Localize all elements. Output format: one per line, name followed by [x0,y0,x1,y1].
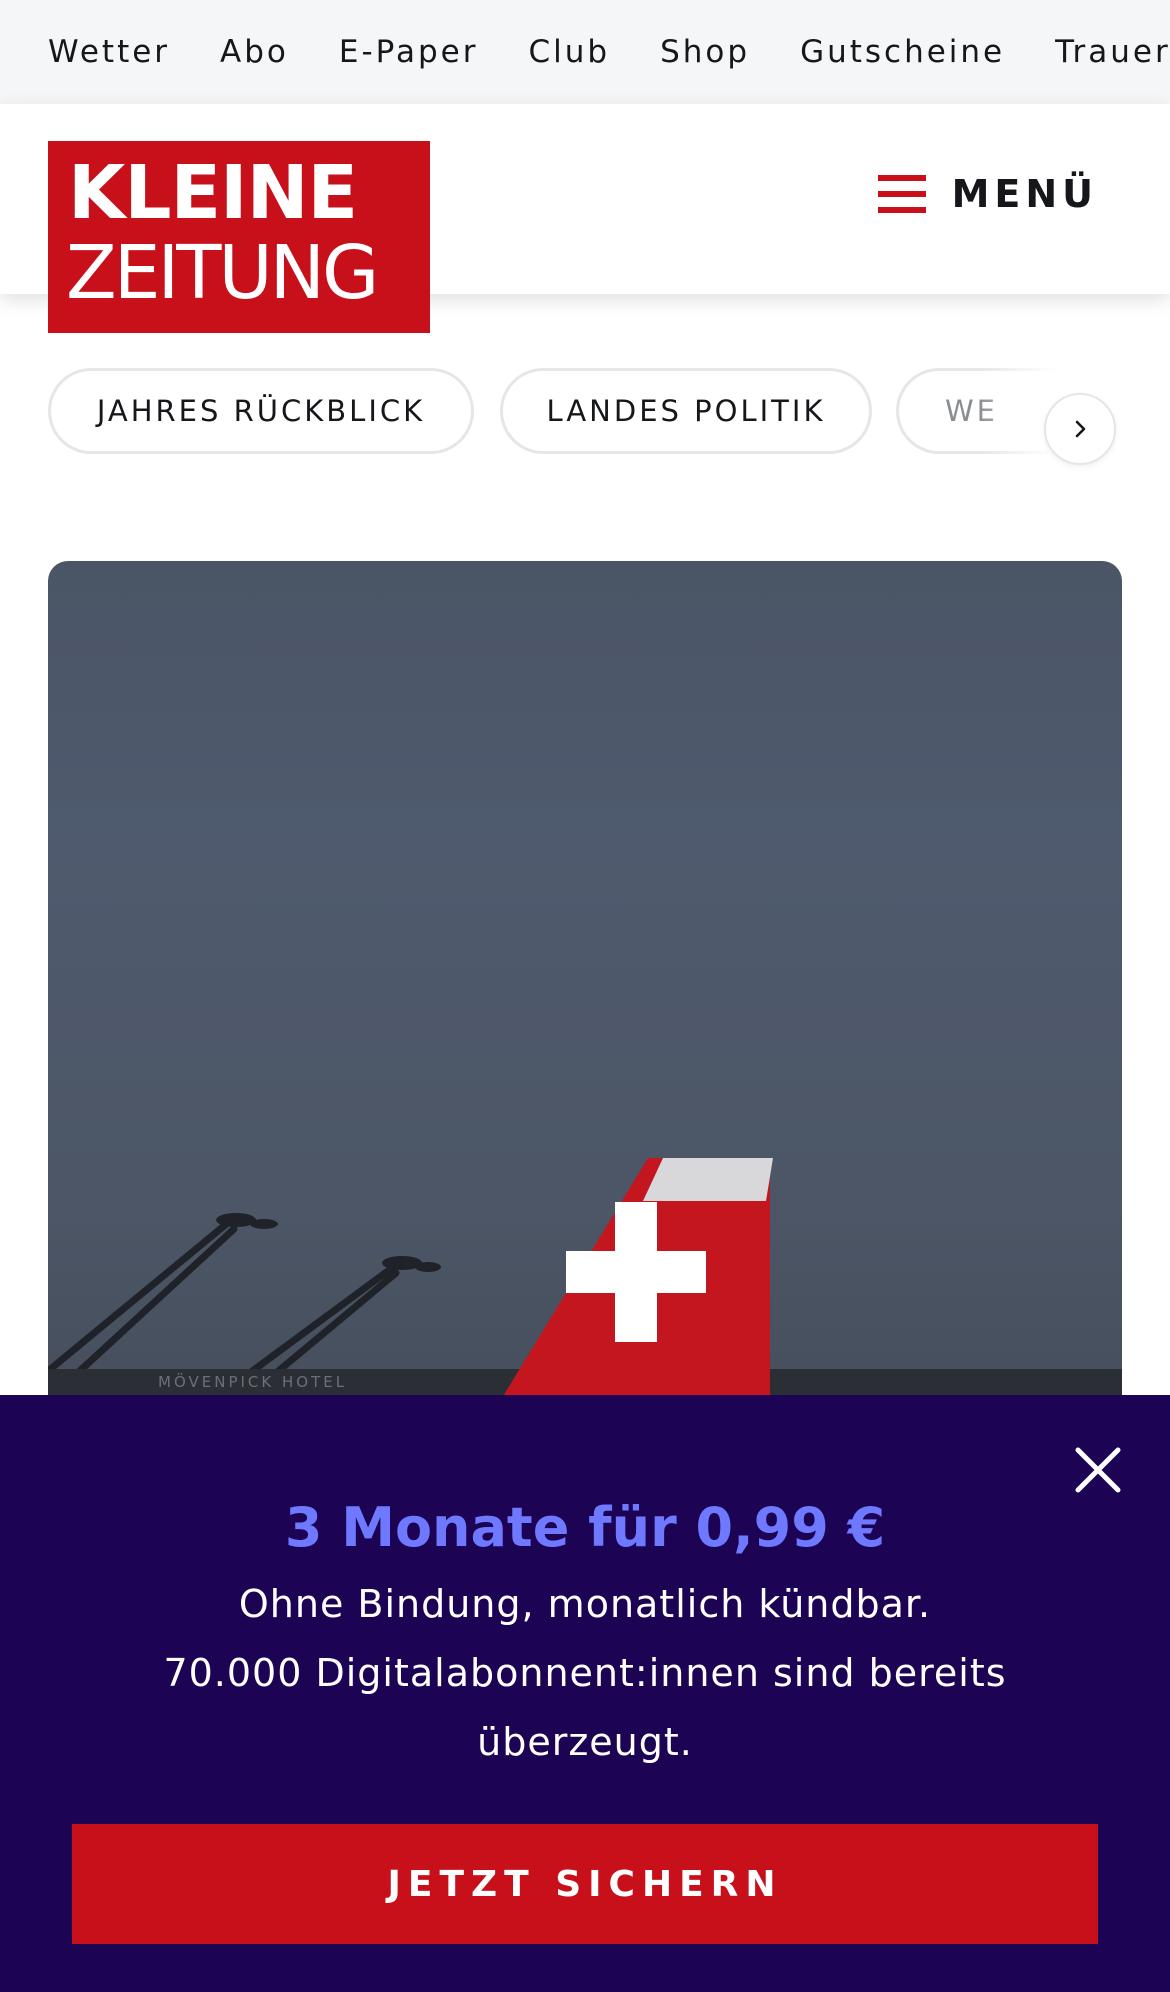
top-link-shop[interactable]: Shop [660,34,750,70]
top-link-abo[interactable]: Abo [220,34,289,70]
hamburger-icon [877,175,926,213]
promo-description: Ohne Bindung, monatlich kündbar. 70.000 … [140,1570,1030,1777]
top-link-epaper[interactable]: E-Paper [339,34,479,70]
promo-line-2: 70.000 Digitalabonnent:innen sind bereit… [163,1651,1007,1764]
chevron-right-icon [1075,420,1086,438]
top-link-wetter[interactable]: Wetter [48,34,170,70]
chip-scroll-right-button[interactable] [1044,393,1116,465]
menu-button[interactable]: MENÜ [877,172,1098,216]
kleine-zeitung-logo[interactable]: KLEINE ZEITUNG [48,141,430,333]
logo-text-zeitung: ZEITUNG [66,230,379,316]
promo-cta-button[interactable]: JETZT SICHERN [72,1824,1098,1944]
chip-landespolitik[interactable]: LANDES POLITIK [500,368,872,454]
hotel-sign-text: MÖVENPICK HOTEL [158,1372,347,1391]
logo-text-kleine: KLEINE [68,150,358,236]
category-chip-row: JAHRES RÜCKBLICK LANDES POLITIK WE [48,368,1120,460]
promo-close-button[interactable] [1074,1446,1122,1494]
top-link-trauerportal[interactable]: Trauerpo [1055,34,1170,70]
promo-line-1: Ohne Bindung, monatlich kündbar. [238,1582,932,1626]
menu-label: MENÜ [951,172,1098,216]
close-icon [1075,1447,1121,1493]
top-utility-links: Wetter Abo E-Paper Club Shop Gutscheine … [48,0,1170,104]
promo-title: 3 Monate für 0,99 € [284,1496,886,1559]
top-link-club[interactable]: Club [528,34,610,70]
top-link-gutscheine[interactable]: Gutscheine [800,34,1005,70]
site-header: KLEINE ZEITUNG MENÜ [0,104,1170,333]
top-utility-bar: Wetter Abo E-Paper Club Shop Gutscheine … [0,0,1170,104]
chip-jahresrueckblick[interactable]: JAHRES RÜCKBLICK [48,368,474,454]
